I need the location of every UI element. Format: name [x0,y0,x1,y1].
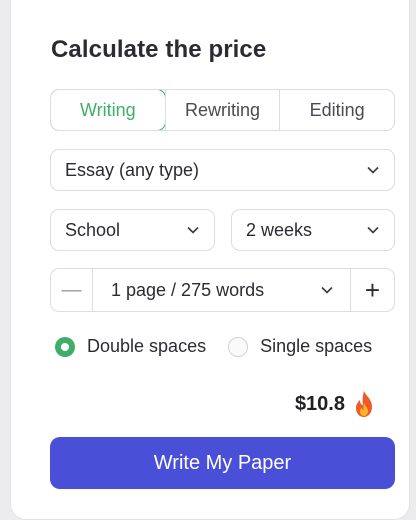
price-display: $10.8 [295,390,377,418]
flame-icon [351,390,377,418]
radio-unselected-icon [228,336,249,357]
chevron-down-icon [366,163,380,177]
academic-level-select[interactable]: School [50,209,215,251]
radio-label: Single spaces [260,336,373,356]
plus-icon: + [364,274,381,305]
radio-double-spaces[interactable]: Double spaces [55,336,206,357]
academic-level-value: School [65,219,121,240]
chevron-down-icon [186,223,200,237]
paper-type-value: Essay (any type) [65,159,200,180]
tab-editing[interactable]: Editing [279,90,394,130]
increase-pages-button[interactable]: + [350,269,394,311]
chevron-down-icon [320,283,334,297]
radio-single-spaces[interactable]: Single spaces [228,336,372,357]
minus-icon: — [61,278,82,301]
service-tabs: Writing Rewriting Editing [50,89,395,131]
decrease-pages-button[interactable]: — [51,269,93,311]
deadline-value: 2 weeks [246,219,313,240]
write-my-paper-button[interactable]: Write My Paper [50,437,395,489]
paper-type-select[interactable]: Essay (any type) [50,149,395,191]
pages-stepper: — 1 page / 275 words + [50,268,395,312]
deadline-select[interactable]: 2 weeks [231,209,395,251]
radio-label: Double spaces [87,336,207,356]
price-value: $10.8 [294,392,345,415]
pages-select[interactable]: 1 page / 275 words [93,269,350,311]
tab-writing[interactable]: Writing [51,90,166,130]
pages-value: 1 page / 275 words [111,279,265,300]
calculator-title: Calculate the price [51,36,267,63]
price-calculator-card: Calculate the price Writing Rewriting Ed… [10,0,410,520]
spacing-options: Double spaces Single spaces [55,336,394,357]
radio-selected-icon [55,336,75,357]
tab-rewriting[interactable]: Rewriting [164,90,280,130]
chevron-down-icon [366,223,380,237]
